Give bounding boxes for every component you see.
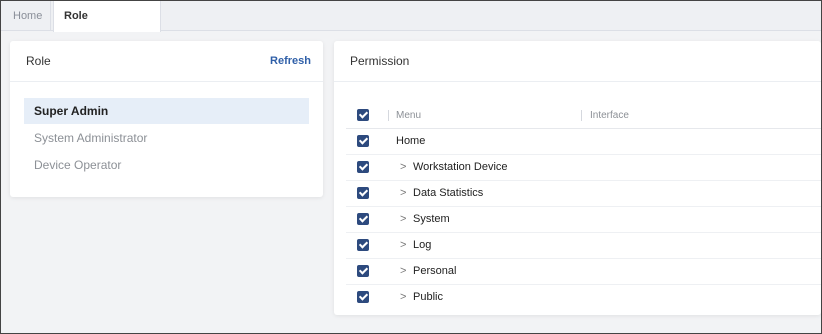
permission-checkbox[interactable] — [357, 187, 369, 199]
permission-row-label: Log — [413, 239, 432, 251]
permission-table-header: Menu Interface — [346, 103, 821, 129]
permission-row-data-statistics: > Data Statistics — [346, 181, 821, 207]
permission-panel-header: Permission — [334, 41, 821, 82]
permission-row-label: Home — [396, 135, 426, 147]
permission-checkbox[interactable] — [357, 291, 369, 303]
chevron-right-icon[interactable]: > — [400, 181, 406, 206]
permission-row-workstation-device: > Workstation Device — [346, 155, 821, 181]
permission-row-log: > Log — [346, 233, 821, 259]
tab-role-permission[interactable]: Role Permisson× — [53, 1, 161, 52]
column-divider — [388, 110, 389, 121]
chevron-right-icon[interactable]: > — [400, 285, 406, 310]
permission-row-personal: > Personal — [346, 259, 821, 285]
permission-table: Menu Interface Home > Workstation Device… — [346, 103, 821, 310]
role-panel-header: Role Refresh — [10, 41, 323, 82]
permission-panel-title: Permission — [350, 54, 410, 68]
tab-bar: Home Role Permisson× — [1, 1, 821, 52]
refresh-button[interactable]: Refresh — [270, 41, 311, 81]
permission-checkbox[interactable] — [357, 265, 369, 277]
tab-home[interactable]: Home — [3, 1, 51, 31]
permission-checkbox[interactable] — [357, 239, 369, 251]
column-header-menu: Menu — [396, 110, 422, 121]
permission-row-label: Data Statistics — [413, 187, 484, 199]
permission-row-public: > Public — [346, 285, 821, 310]
permission-row-home: Home — [346, 129, 821, 155]
permission-row-label: Personal — [413, 265, 457, 277]
select-all-checkbox[interactable] — [357, 109, 369, 121]
role-item-device-operator[interactable]: Device Operator — [24, 152, 309, 178]
role-panel: Role Refresh Super Admin System Administ… — [10, 41, 323, 197]
role-item-system-administrator[interactable]: System Administrator — [24, 125, 309, 151]
permission-row-label: Workstation Device — [413, 161, 508, 173]
column-divider — [581, 110, 582, 121]
role-panel-title: Role — [26, 54, 51, 68]
permission-panel: Permission Menu Interface Home > Worksta… — [334, 41, 821, 315]
permission-checkbox[interactable] — [357, 135, 369, 147]
role-list: Super Admin System Administrator Device … — [10, 82, 323, 178]
chevron-right-icon[interactable]: > — [400, 155, 406, 180]
column-header-interface: Interface — [590, 110, 629, 121]
permission-row-label: System — [413, 213, 450, 225]
chevron-right-icon[interactable]: > — [400, 259, 406, 284]
permission-row-label: Public — [413, 291, 443, 303]
chevron-right-icon[interactable]: > — [400, 233, 406, 258]
permission-checkbox[interactable] — [357, 161, 369, 173]
permission-checkbox[interactable] — [357, 213, 369, 225]
role-item-super-admin[interactable]: Super Admin — [24, 98, 309, 124]
chevron-right-icon[interactable]: > — [400, 207, 406, 232]
permission-row-system: > System — [346, 207, 821, 233]
